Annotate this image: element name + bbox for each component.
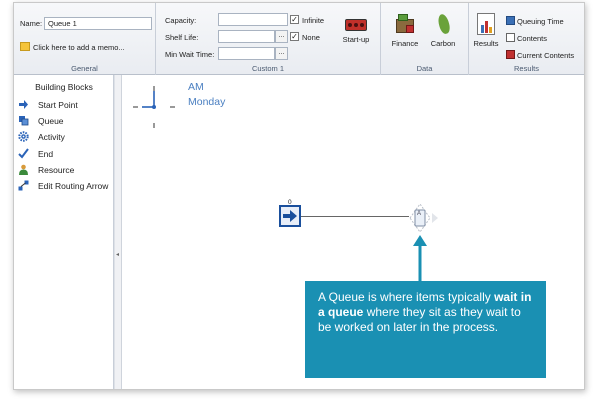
name-input[interactable]: Queue 1 bbox=[44, 17, 152, 30]
queue-explanation-callout: A Queue is where items typically wait in… bbox=[305, 281, 546, 378]
queuing-time-button[interactable]: Queuing Time bbox=[506, 16, 564, 26]
building-block-label: Edit Routing Arrow bbox=[38, 181, 109, 191]
finance-icon bbox=[394, 13, 416, 35]
building-block-resource[interactable]: Resource bbox=[18, 164, 74, 175]
routing-line[interactable] bbox=[301, 216, 409, 217]
infinite-label: Infinite bbox=[302, 16, 325, 25]
building-block-label: Resource bbox=[38, 165, 75, 175]
name-label: Name: bbox=[20, 19, 43, 28]
custom-group-label: Custom 1 bbox=[251, 64, 285, 73]
data-group-label: Data bbox=[416, 64, 433, 73]
current-contents-label: Current Contents bbox=[517, 51, 575, 60]
results-button[interactable]: Results bbox=[471, 13, 501, 48]
shelf-life-input[interactable] bbox=[218, 30, 275, 43]
panel-splitter[interactable]: ◂ bbox=[114, 75, 122, 389]
footprint-icon bbox=[432, 13, 454, 35]
capacity-input[interactable] bbox=[218, 13, 288, 26]
building-block-end[interactable]: End bbox=[18, 148, 53, 159]
results-label: Results bbox=[473, 39, 499, 48]
startup-icon bbox=[345, 19, 367, 31]
results-chart-icon bbox=[477, 13, 495, 35]
general-group-label: General bbox=[71, 64, 98, 73]
contents-label: Contents bbox=[517, 34, 548, 43]
app-window: Name: Queue 1 Click here to add a memo..… bbox=[13, 2, 585, 390]
ribbon-group-custom: Capacity: ✓ Infinite Shelf Life: ... ✓ N… bbox=[156, 3, 381, 75]
building-blocks-panel: Building Blocks Start Point Queue Activi… bbox=[14, 75, 114, 389]
min-wait-time-label: Min Wait Time: bbox=[165, 50, 215, 59]
clock-ampm: AM bbox=[188, 81, 204, 93]
memo-link[interactable]: Click here to add a memo... bbox=[33, 43, 125, 52]
finance-button[interactable]: Finance bbox=[387, 13, 423, 48]
building-blocks-title: Building Blocks bbox=[35, 82, 93, 92]
gear-icon bbox=[18, 131, 29, 142]
queue-icon bbox=[18, 115, 29, 126]
bar-chart-icon bbox=[506, 16, 515, 25]
ribbon-group-results: Results Queuing Time Contents Current Co… bbox=[469, 3, 584, 75]
building-block-label: Activity bbox=[38, 132, 65, 142]
building-block-label: End bbox=[38, 149, 54, 159]
startup-button[interactable]: Start-up bbox=[336, 19, 376, 44]
ribbon-group-general: Name: Queue 1 Click here to add a memo..… bbox=[14, 3, 156, 75]
capacity-label: Capacity: bbox=[165, 16, 197, 25]
current-contents-button[interactable]: Current Contents bbox=[506, 50, 574, 60]
arrow-right-icon bbox=[283, 210, 297, 222]
min-wait-time-input[interactable] bbox=[218, 47, 275, 60]
ribbon-group-data: Finance Carbon Data bbox=[381, 3, 469, 75]
current-contents-icon bbox=[506, 50, 515, 59]
carbon-button[interactable]: Carbon bbox=[425, 13, 461, 48]
finance-label: Finance bbox=[391, 39, 419, 48]
queue-block[interactable]: A bbox=[400, 201, 440, 235]
none-label: None bbox=[302, 33, 320, 42]
memo-icon[interactable] bbox=[20, 42, 30, 51]
carbon-label: Carbon bbox=[430, 39, 456, 48]
checkmark-icon bbox=[18, 148, 29, 159]
shelf-life-label: Shelf Life: bbox=[165, 33, 199, 42]
building-block-label: Start Point bbox=[38, 100, 78, 110]
building-block-label: Queue bbox=[38, 116, 64, 126]
results-group-label: Results bbox=[513, 64, 539, 73]
building-block-start-point[interactable]: Start Point bbox=[18, 99, 78, 110]
building-block-edit-routing-arrow[interactable]: Edit Routing Arrow bbox=[18, 180, 108, 191]
queuing-time-label: Queuing Time bbox=[517, 17, 564, 26]
line-chart-icon bbox=[506, 33, 515, 42]
splitter-arrow-icon: ◂ bbox=[116, 252, 120, 258]
callout-text-start: A Queue is where items typically bbox=[318, 290, 495, 304]
min-wait-time-browse-button[interactable]: ... bbox=[275, 47, 288, 60]
queue-letter: A bbox=[417, 211, 422, 217]
callout-pointer-arrow bbox=[413, 235, 427, 281]
model-canvas[interactable]: AM Monday 0 A A Queue is where items typ… bbox=[122, 75, 584, 389]
none-checkbox[interactable]: ✓ bbox=[290, 32, 299, 41]
routing-icon bbox=[18, 180, 29, 191]
building-block-queue[interactable]: Queue bbox=[18, 115, 64, 126]
clock-day: Monday bbox=[188, 96, 226, 108]
infinite-checkbox[interactable]: ✓ bbox=[290, 15, 299, 24]
arrow-right-icon bbox=[18, 99, 29, 110]
startup-label: Start-up bbox=[342, 35, 370, 44]
contents-button[interactable]: Contents bbox=[506, 33, 547, 43]
clock-icon bbox=[133, 86, 175, 128]
ribbon: Name: Queue 1 Click here to add a memo..… bbox=[14, 3, 584, 75]
person-icon bbox=[18, 164, 29, 175]
shelf-life-browse-button[interactable]: ... bbox=[275, 30, 288, 43]
start-point-block[interactable] bbox=[279, 205, 301, 227]
building-block-activity[interactable]: Activity bbox=[18, 131, 65, 142]
